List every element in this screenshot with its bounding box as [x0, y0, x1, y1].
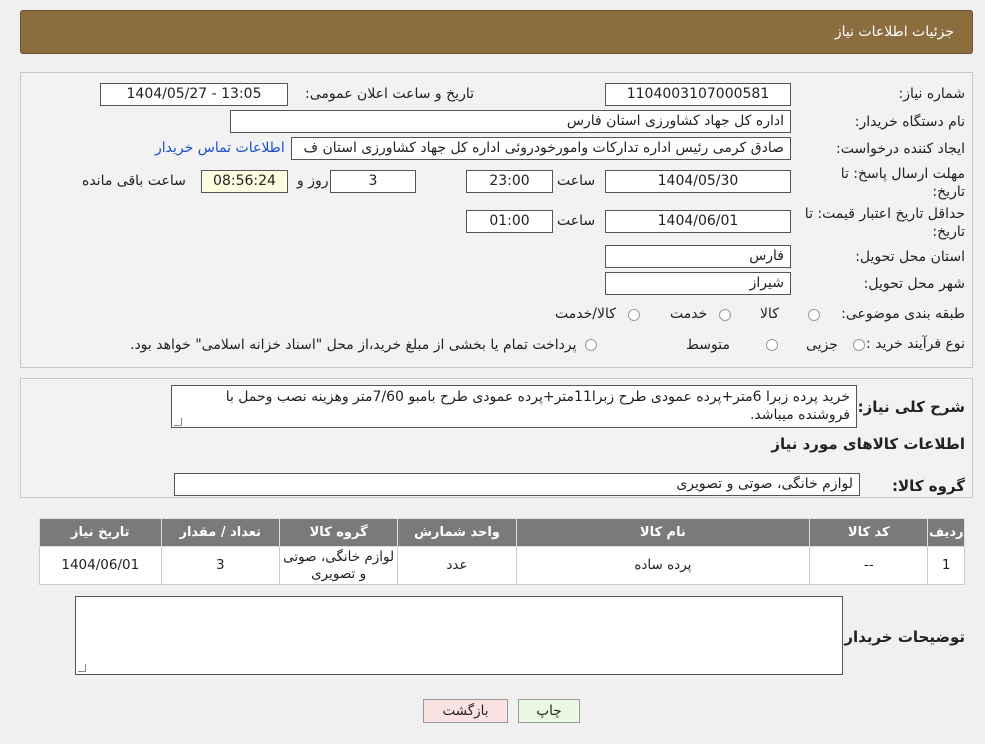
col-unit: واحد شمارش: [397, 518, 517, 547]
category-option-service: خدمت: [670, 306, 708, 322]
requester-label: ایجاد کننده درخواست:: [836, 141, 965, 157]
need-number-field[interactable]: 1104003107000581: [605, 83, 791, 106]
cell-unit: عدد: [397, 546, 517, 585]
buyer-contact-link[interactable]: اطلاعات تماس خریدار: [155, 140, 285, 156]
validity-time-field[interactable]: 01:00: [466, 210, 553, 233]
treasury-checkbox[interactable]: [585, 339, 597, 351]
category-radio-goods-service[interactable]: [628, 309, 640, 321]
process-label: نوع فرآیند خرید :: [866, 336, 965, 352]
col-row: ردیف: [927, 518, 965, 547]
days-label: روز و: [297, 173, 329, 189]
summary-label: شرح کلی نیاز:: [857, 398, 965, 416]
deadline-label: مهلت ارسال پاسخ: تا: [840, 166, 965, 182]
city-field[interactable]: شیراز: [605, 272, 791, 295]
cell-code: --: [809, 546, 929, 585]
category-radio-goods[interactable]: [808, 309, 820, 321]
summary-textarea[interactable]: خرید پرده زبرا 6متر+پرده عمودی طرح زبرا1…: [171, 385, 857, 428]
buyer-notes-textarea[interactable]: [75, 596, 843, 675]
need-number-label: شماره نیاز:: [898, 86, 966, 102]
province-label: استان محل تحویل:: [855, 249, 965, 265]
table-row: 1 -- پرده ساده عدد لوازم خانگی، صوتی و ت…: [39, 546, 965, 585]
category-label: طبقه بندی موضوعی:: [841, 306, 965, 322]
announce-field[interactable]: 1404/05/27 - 13:05: [100, 83, 288, 106]
category-option-goods-service: کالا/خدمت: [555, 306, 616, 322]
requester-field[interactable]: صادق کرمی رئیس اداره تدارکات وامورخودروئ…: [291, 137, 791, 160]
page-header: جزئیات اطلاعات نیاز: [20, 10, 973, 54]
buyer-org-label: نام دستگاه خریدار:: [854, 114, 965, 130]
process-radio-minor[interactable]: [853, 339, 865, 351]
process-option-minor: جزیی: [806, 337, 838, 353]
announce-label: تاریخ و ساعت اعلان عمومی:: [305, 86, 474, 102]
deadline-time-field[interactable]: 23:00: [466, 170, 553, 193]
province-field[interactable]: فارس: [605, 245, 791, 268]
remaining-time-field[interactable]: 08:56:24: [201, 170, 288, 193]
cell-qty: 3: [160, 546, 280, 585]
goods-section-title: اطلاعات کالاهای مورد نیاز: [771, 435, 965, 453]
buyer-org-field[interactable]: اداره کل جهاد کشاورزی استان فارس: [230, 110, 791, 133]
col-date: تاریخ نیاز: [39, 518, 162, 547]
print-button[interactable]: چاپ: [518, 699, 580, 723]
category-option-goods: کالا: [760, 306, 779, 322]
validity-label-2: تاریخ:: [932, 224, 965, 240]
deadline-label-2: تاریخ:: [932, 184, 965, 200]
page-title: جزئیات اطلاعات نیاز: [834, 24, 954, 40]
cell-name: پرده ساده: [515, 546, 811, 585]
summary-resize-handle[interactable]: [174, 418, 182, 426]
back-button[interactable]: بازگشت: [423, 699, 508, 723]
validity-label: حداقل تاریخ اعتبار قیمت: تا: [804, 206, 965, 222]
process-radio-medium[interactable]: [766, 339, 778, 351]
table-header-row: ردیف کد کالا نام کالا واحد شمارش گروه کا…: [39, 518, 965, 547]
cell-row: 1: [927, 546, 965, 585]
buyer-notes-resize-handle[interactable]: [78, 664, 86, 672]
deadline-time-label: ساعت: [557, 173, 596, 189]
city-label: شهر محل تحویل:: [863, 276, 965, 292]
col-name: نام کالا: [515, 518, 811, 547]
days-remaining-field[interactable]: 3: [330, 170, 416, 193]
remaining-time-label: ساعت باقی مانده: [82, 173, 186, 189]
goods-table: ردیف کد کالا نام کالا واحد شمارش گروه کا…: [39, 518, 965, 585]
deadline-date-field[interactable]: 1404/05/30: [605, 170, 791, 193]
validity-date-field[interactable]: 1404/06/01: [605, 210, 791, 233]
process-option-medium: متوسط: [686, 337, 730, 353]
goods-group-field[interactable]: لوازم خانگی، صوتی و تصویری: [174, 473, 860, 496]
buyer-notes-label: توضیحات خریدار:: [838, 628, 965, 646]
process-note: پرداخت تمام یا بخشی از مبلغ خرید،از محل …: [130, 337, 577, 353]
col-group: گروه کالا: [278, 518, 399, 547]
col-code: کد کالا: [809, 518, 929, 547]
cell-date: 1404/06/01: [39, 546, 162, 585]
goods-group-label: گروه کالا:: [892, 477, 965, 495]
validity-time-label: ساعت: [557, 213, 596, 229]
cell-group: لوازم خانگی، صوتی و تصویری: [278, 546, 399, 585]
col-qty: تعداد / مقدار: [160, 518, 280, 547]
category-radio-service[interactable]: [719, 309, 731, 321]
